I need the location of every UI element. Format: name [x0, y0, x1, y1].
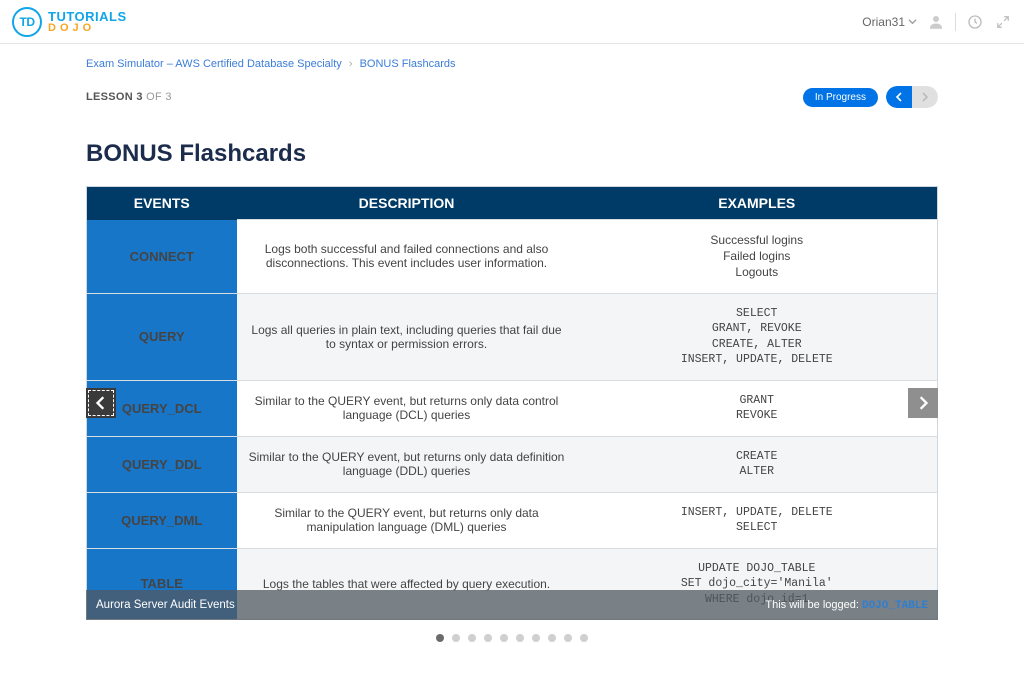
- table-row: QUERYLogs all queries in plain text, inc…: [87, 293, 938, 380]
- caption-text: Aurora Server Audit Events: [96, 599, 235, 611]
- carousel-dot[interactable]: [564, 634, 572, 642]
- carousel-dot[interactable]: [548, 634, 556, 642]
- event-cell: QUERY_DML: [87, 492, 237, 548]
- breadcrumb: Exam Simulator – AWS Certified Database …: [86, 44, 938, 78]
- description-cell: Similar to the QUERY event, but returns …: [237, 380, 577, 436]
- status-badge: In Progress: [803, 88, 878, 107]
- carousel-dots: [86, 620, 938, 656]
- example-cell: INSERT, UPDATE, DELETE SELECT: [577, 492, 938, 548]
- th-events: EVENTS: [87, 187, 237, 220]
- user-name-label: Orian31: [862, 15, 905, 29]
- event-cell: CONNECT: [87, 220, 237, 294]
- carousel-next-button[interactable]: [908, 388, 938, 418]
- brand-line2: DOJO: [48, 23, 127, 34]
- chevron-left-icon: [95, 396, 107, 410]
- table-row: QUERY_DCLSimilar to the QUERY event, but…: [87, 380, 938, 436]
- lesson-indicator: LESSON 3 OF 3: [86, 91, 172, 103]
- description-cell: Logs both successful and failed connecti…: [237, 220, 577, 294]
- prev-lesson-button[interactable]: [886, 86, 912, 108]
- th-description: DESCRIPTION: [237, 187, 577, 220]
- avatar-icon[interactable]: [927, 13, 945, 31]
- event-cell: QUERY_DDL: [87, 436, 237, 492]
- carousel-dot[interactable]: [484, 634, 492, 642]
- table-row: CONNECTLogs both successful and failed c…: [87, 220, 938, 294]
- collapse-icon[interactable]: [994, 13, 1012, 31]
- th-examples: EXAMPLES: [577, 187, 938, 220]
- caption-right: This will be logged: DOJO_TABLE: [765, 599, 928, 612]
- carousel-dot[interactable]: [516, 634, 524, 642]
- example-cell: CREATE ALTER: [577, 436, 938, 492]
- description-cell: Similar to the QUERY event, but returns …: [237, 436, 577, 492]
- event-cell: QUERY: [87, 293, 237, 380]
- example-cell: Successful logins Failed logins Logouts: [577, 220, 938, 294]
- chevron-right-icon: [917, 396, 929, 410]
- example-cell: SELECT GRANT, REVOKE CREATE, ALTER INSER…: [577, 293, 938, 380]
- next-lesson-button[interactable]: [912, 86, 938, 108]
- page-title: BONUS Flashcards: [86, 140, 938, 168]
- chevron-down-icon: [908, 17, 917, 26]
- brand-logo[interactable]: TD TUTORIALS DOJO: [12, 7, 127, 37]
- carousel-prev-button[interactable]: [86, 388, 116, 418]
- carousel-dot[interactable]: [452, 634, 460, 642]
- user-menu[interactable]: Orian31: [862, 15, 917, 29]
- description-cell: Similar to the QUERY event, but returns …: [237, 492, 577, 548]
- carousel-dot[interactable]: [436, 634, 444, 642]
- carousel-dot[interactable]: [500, 634, 508, 642]
- description-cell: Logs all queries in plain text, includin…: [237, 293, 577, 380]
- carousel-dot[interactable]: [532, 634, 540, 642]
- brand-line1: TUTORIALS: [48, 10, 127, 23]
- history-icon[interactable]: [966, 13, 984, 31]
- divider: [955, 13, 956, 31]
- breadcrumb-item-2: BONUS Flashcards: [360, 58, 456, 70]
- carousel-dot[interactable]: [468, 634, 476, 642]
- brand-mark: TD: [12, 7, 42, 37]
- carousel-dot[interactable]: [580, 634, 588, 642]
- flashcard-table: EVENTS DESCRIPTION EXAMPLES CONNECTLogs …: [86, 186, 938, 620]
- chevron-left-icon: [894, 92, 904, 102]
- caption-bar: Aurora Server Audit Events This will be …: [86, 590, 938, 620]
- table-row: QUERY_DDLSimilar to the QUERY event, but…: [87, 436, 938, 492]
- example-cell: GRANT REVOKE: [577, 380, 938, 436]
- table-row: QUERY_DMLSimilar to the QUERY event, but…: [87, 492, 938, 548]
- breadcrumb-item-1[interactable]: Exam Simulator – AWS Certified Database …: [86, 58, 342, 70]
- chevron-right-icon: [920, 92, 930, 102]
